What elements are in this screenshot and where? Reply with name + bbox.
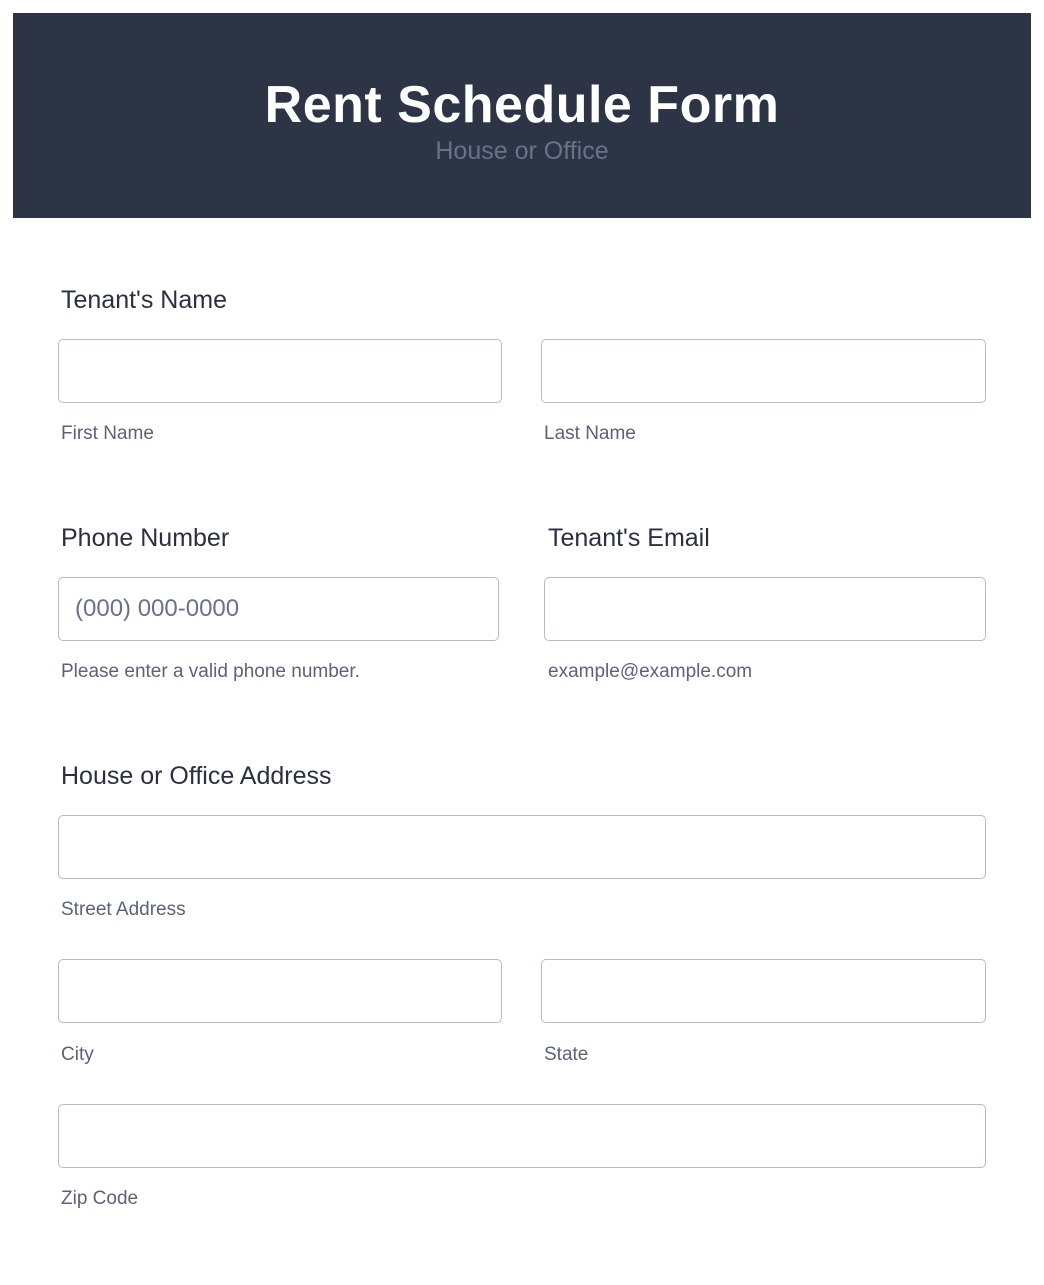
- form-subtitle: House or Office: [435, 137, 609, 165]
- last-name-sublabel: Last Name: [544, 423, 636, 444]
- street-address-sublabel: Street Address: [61, 899, 186, 920]
- last-name-input[interactable]: [541, 339, 986, 403]
- tenant-name-label: Tenant's Name: [61, 286, 227, 314]
- zip-code-sublabel: Zip Code: [61, 1188, 139, 1209]
- phone-input[interactable]: [58, 577, 499, 641]
- state-input[interactable]: [541, 959, 986, 1023]
- zip-code-input[interactable]: [58, 1104, 986, 1168]
- first-name-input[interactable]: [58, 339, 502, 403]
- email-label: Tenant's Email: [548, 524, 710, 552]
- state-sublabel: State: [544, 1044, 589, 1065]
- first-name-sublabel: First Name: [61, 423, 154, 444]
- phone-label: Phone Number: [61, 524, 230, 552]
- email-sublabel: example@example.com: [548, 661, 753, 682]
- form-header: Rent Schedule Form House or Office: [13, 13, 1031, 218]
- phone-sublabel: Please enter a valid phone number.: [61, 661, 360, 682]
- city-sublabel: City: [61, 1044, 94, 1065]
- city-input[interactable]: [58, 959, 502, 1023]
- address-label: House or Office Address: [61, 762, 332, 790]
- street-address-input[interactable]: [58, 815, 986, 879]
- form-title: Rent Schedule Form: [264, 76, 780, 134]
- email-input[interactable]: [544, 577, 986, 641]
